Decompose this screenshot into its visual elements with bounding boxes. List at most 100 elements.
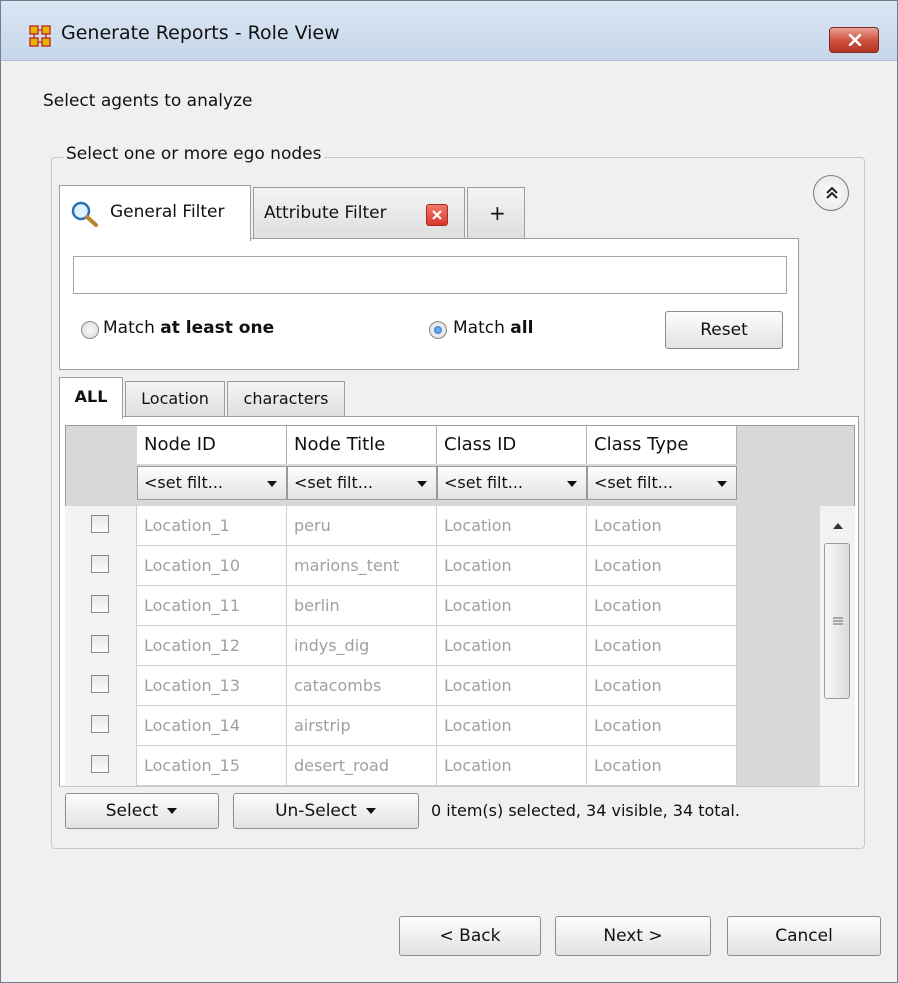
match-all-label[interactable]: Match all bbox=[453, 318, 533, 338]
cell-node-id: Location_1 bbox=[137, 506, 287, 546]
column-header-node-title[interactable]: Node Title bbox=[287, 426, 437, 464]
column-filter-class-id[interactable]: <set filt... bbox=[437, 466, 587, 500]
column-filter-node-title[interactable]: <set filt... bbox=[287, 466, 437, 500]
caret-down-icon bbox=[717, 481, 727, 487]
cell-class-type: Location bbox=[587, 706, 737, 746]
column-filter-class-type[interactable]: <set filt... bbox=[587, 466, 737, 500]
back-button[interactable]: < Back bbox=[399, 916, 541, 956]
scrollbar-thumb[interactable] bbox=[824, 543, 850, 699]
caret-down-icon bbox=[267, 481, 277, 487]
filter-input[interactable] bbox=[73, 256, 787, 294]
match-at-least-one-label[interactable]: Match at least one bbox=[103, 318, 274, 338]
row-checkbox[interactable] bbox=[91, 675, 109, 693]
next-button[interactable]: Next > bbox=[555, 916, 711, 956]
row-checkbox-cell bbox=[65, 626, 137, 666]
reset-button[interactable]: Reset bbox=[665, 311, 783, 349]
vertical-scrollbar[interactable] bbox=[819, 506, 855, 786]
cell-class-id: Location bbox=[437, 666, 587, 706]
row-checkbox[interactable] bbox=[91, 715, 109, 733]
tab-attribute-filter-label: Attribute Filter bbox=[264, 203, 387, 223]
table-row[interactable]: Location_12 indys_dig Location Location bbox=[65, 626, 737, 666]
row-checkbox-cell bbox=[65, 586, 137, 626]
tab-characters[interactable]: characters bbox=[227, 381, 345, 417]
cell-node-title: marions_tent bbox=[287, 546, 437, 586]
cell-node-id: Location_10 bbox=[137, 546, 287, 586]
scroll-up-icon[interactable] bbox=[832, 522, 844, 530]
table-row[interactable]: Location_14 airstrip Location Location bbox=[65, 706, 737, 746]
cell-node-title: peru bbox=[287, 506, 437, 546]
table-row[interactable]: Location_1 peru Location Location bbox=[65, 506, 737, 546]
cell-node-title: berlin bbox=[287, 586, 437, 626]
cell-node-id: Location_14 bbox=[137, 706, 287, 746]
table-row[interactable]: Location_11 berlin Location Location bbox=[65, 586, 737, 626]
cell-class-id: Location bbox=[437, 626, 587, 666]
select-dropdown-button[interactable]: Select bbox=[65, 793, 219, 829]
table-row[interactable]: Location_15 desert_road Location Locatio… bbox=[65, 746, 737, 786]
window-title: Generate Reports - Role View bbox=[61, 22, 340, 44]
cell-node-id: Location_13 bbox=[137, 666, 287, 706]
cell-class-type: Location bbox=[587, 546, 737, 586]
caret-down-icon bbox=[567, 481, 577, 487]
title-bar: Generate Reports - Role View bbox=[1, 1, 897, 61]
table-row[interactable]: Location_13 catacombs Location Location bbox=[65, 666, 737, 706]
caret-down-icon bbox=[365, 808, 376, 814]
selection-status: 0 item(s) selected, 34 visible, 34 total… bbox=[431, 801, 740, 820]
cell-class-type: Location bbox=[587, 626, 737, 666]
tab-all[interactable]: ALL bbox=[59, 377, 123, 419]
tab-attribute-filter[interactable]: Attribute Filter bbox=[253, 187, 465, 239]
tab-add-filter[interactable]: + bbox=[467, 187, 525, 239]
match-all-radio[interactable] bbox=[429, 321, 447, 339]
tab-location[interactable]: Location bbox=[125, 381, 225, 417]
row-checkbox[interactable] bbox=[91, 555, 109, 573]
column-header-class-id[interactable]: Class ID bbox=[437, 426, 587, 464]
cell-class-type: Location bbox=[587, 666, 737, 706]
network-grid-icon bbox=[29, 25, 51, 47]
cell-node-title: indys_dig bbox=[287, 626, 437, 666]
column-header-class-type[interactable]: Class Type bbox=[587, 426, 737, 464]
group-label: Select one or more ego nodes bbox=[63, 144, 325, 164]
cell-class-id: Location bbox=[437, 706, 587, 746]
row-checkbox-cell bbox=[65, 706, 137, 746]
cell-class-id: Location bbox=[437, 586, 587, 626]
close-icon bbox=[848, 34, 862, 46]
row-checkbox-cell bbox=[65, 506, 137, 546]
row-checkbox[interactable] bbox=[91, 595, 109, 613]
cell-node-title: catacombs bbox=[287, 666, 437, 706]
cell-class-id: Location bbox=[437, 746, 587, 786]
cell-class-type: Location bbox=[587, 506, 737, 546]
cell-class-type: Location bbox=[587, 746, 737, 786]
row-checkbox-cell bbox=[65, 546, 137, 586]
caret-down-icon bbox=[167, 808, 178, 814]
row-checkbox[interactable] bbox=[91, 635, 109, 653]
caret-down-icon bbox=[417, 481, 427, 487]
column-filter-node-id[interactable]: <set filt... bbox=[137, 466, 287, 500]
cell-class-id: Location bbox=[437, 546, 587, 586]
tab-general-filter-label: General Filter bbox=[110, 202, 225, 222]
column-header-node-id[interactable]: Node ID bbox=[137, 426, 287, 464]
close-button[interactable] bbox=[829, 27, 879, 53]
grip-icon bbox=[833, 617, 843, 625]
cell-node-id: Location_11 bbox=[137, 586, 287, 626]
cell-class-type: Location bbox=[587, 586, 737, 626]
cell-node-title: desert_road bbox=[287, 746, 437, 786]
cancel-button[interactable]: Cancel bbox=[727, 916, 881, 956]
dialog-window: Generate Reports - Role View Select agen… bbox=[0, 0, 898, 983]
cell-class-id: Location bbox=[437, 506, 587, 546]
table-row[interactable]: Location_10 marions_tent Location Locati… bbox=[65, 546, 737, 586]
tab-general-filter[interactable]: General Filter bbox=[59, 185, 251, 241]
row-checkbox-cell bbox=[65, 746, 137, 786]
remove-tab-icon[interactable] bbox=[426, 204, 448, 226]
cell-node-id: Location_15 bbox=[137, 746, 287, 786]
cell-node-title: airstrip bbox=[287, 706, 437, 746]
collapse-button[interactable] bbox=[813, 175, 849, 211]
unselect-dropdown-button[interactable]: Un-Select bbox=[233, 793, 419, 829]
row-checkbox-cell bbox=[65, 666, 137, 706]
double-chevron-up-icon bbox=[826, 186, 838, 199]
cell-node-id: Location_12 bbox=[137, 626, 287, 666]
match-at-least-one-radio[interactable] bbox=[81, 321, 99, 339]
magnifier-icon bbox=[71, 201, 98, 227]
prompt-text: Select agents to analyze bbox=[43, 91, 253, 111]
row-checkbox[interactable] bbox=[91, 515, 109, 533]
row-checkbox[interactable] bbox=[91, 755, 109, 773]
add-tab-label: + bbox=[489, 201, 506, 225]
